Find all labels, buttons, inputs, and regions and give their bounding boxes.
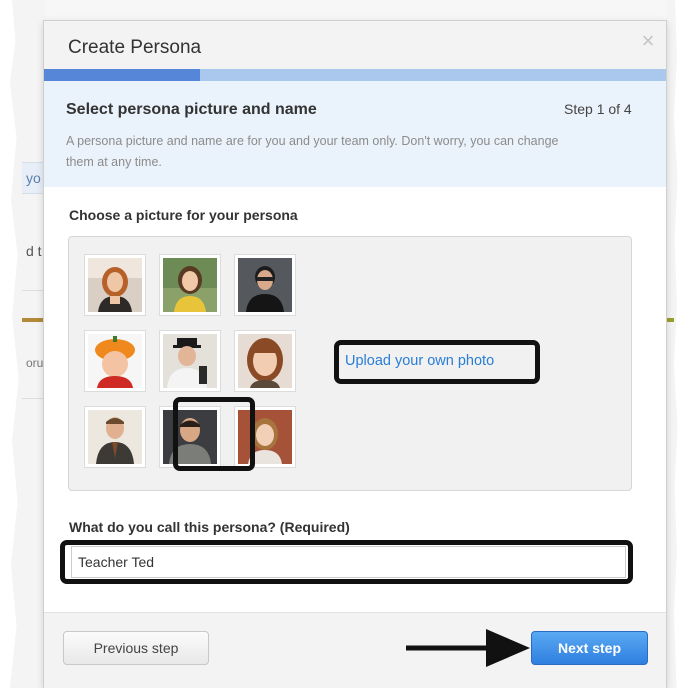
background-divider <box>22 290 46 291</box>
dialog-footer: Previous step Next step <box>44 612 666 688</box>
man-in-suit-image <box>88 410 142 464</box>
background-text-fragment: oru <box>26 356 44 370</box>
next-step-button[interactable]: Next step <box>531 631 648 665</box>
step-progress-bar <box>44 69 666 81</box>
arrow-right-icon <box>406 629 530 667</box>
persona-photo[interactable] <box>84 254 146 316</box>
woman-portrait-image <box>238 334 292 388</box>
background-accent-bar <box>22 318 46 322</box>
background-divider <box>22 398 46 399</box>
previous-step-button[interactable]: Previous step <box>63 631 209 665</box>
man-with-hat-image <box>163 334 217 388</box>
background-text-fragment: d t <box>26 243 42 259</box>
persona-photo[interactable] <box>159 254 221 316</box>
dialog-title: Create Persona <box>68 37 202 58</box>
step-counter: Step 1 of 4 <box>564 101 632 117</box>
persona-photo[interactable] <box>234 254 296 316</box>
close-icon[interactable]: × <box>636 29 660 53</box>
upload-photo-link[interactable]: Upload your own photo <box>345 353 494 369</box>
dialog-header: Create Persona × <box>44 21 666 69</box>
persona-picture-grid: Upload your own photo <box>68 236 632 491</box>
selected-photo-highlight <box>173 397 255 471</box>
persona-photo[interactable] <box>234 330 296 392</box>
picture-section-label: Choose a picture for your persona <box>69 207 298 223</box>
step-progress-fill <box>44 69 200 81</box>
woman-portrait-image <box>163 258 217 312</box>
man-portrait-image <box>238 258 292 312</box>
persona-name-input[interactable] <box>71 546 626 578</box>
create-persona-dialog: Create Persona × Select persona picture … <box>44 21 666 688</box>
persona-photo[interactable] <box>84 406 146 468</box>
background-accent-bar <box>666 318 674 322</box>
persona-photo[interactable] <box>84 330 146 392</box>
persona-name-label: What do you call this persona? (Required… <box>69 519 350 535</box>
step-header: Select persona picture and name Step 1 o… <box>44 81 666 187</box>
woman-portrait-image <box>88 258 142 312</box>
step-title: Select persona picture and name <box>66 101 317 118</box>
child-pumpkin-hat-image <box>88 334 142 388</box>
persona-photo[interactable] <box>159 330 221 392</box>
step-description: A persona picture and name are for you a… <box>66 134 559 169</box>
background-text-fragment: yo <box>26 170 41 186</box>
